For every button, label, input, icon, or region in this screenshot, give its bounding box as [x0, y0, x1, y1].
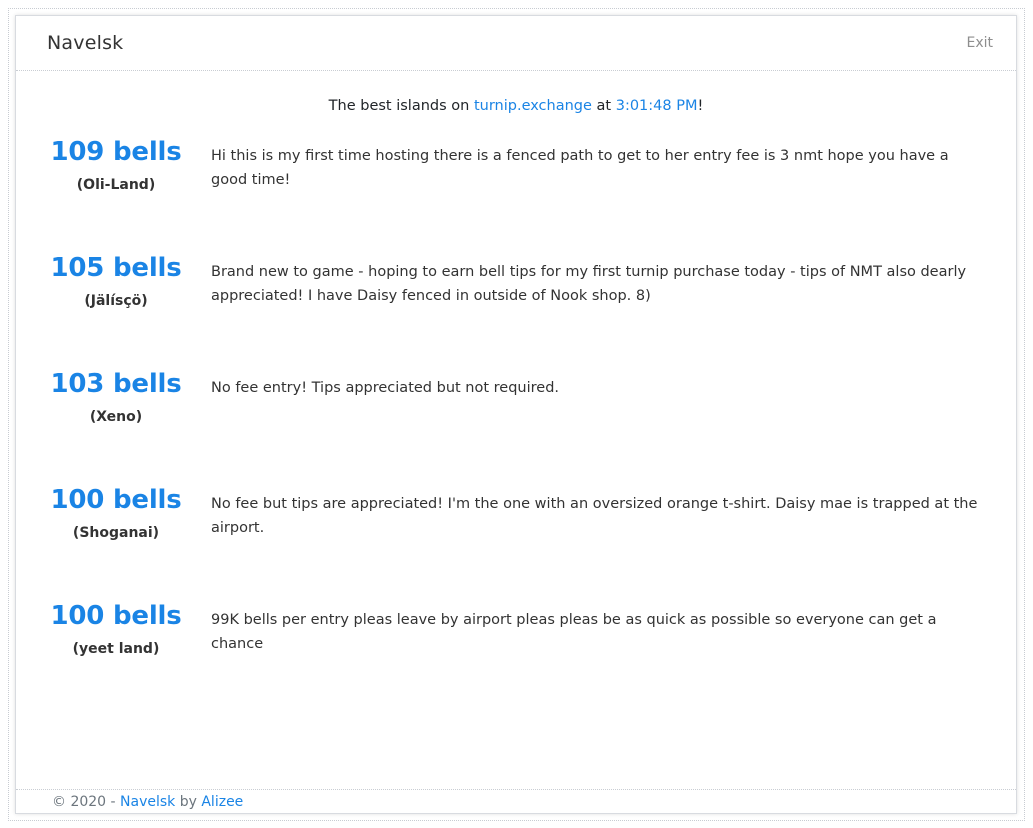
- island-name: (yeet land): [72, 641, 160, 657]
- island-price-col: 100 bells (Shoganai): [46, 484, 186, 542]
- footer-app-link[interactable]: Navelsk: [120, 794, 175, 810]
- page-headline: The best islands on turnip.exchange at 3…: [16, 98, 1016, 114]
- exit-link[interactable]: Exit: [966, 35, 993, 51]
- island-name: (Xeno): [89, 409, 143, 425]
- island-description: Brand new to game - hoping to earn bell …: [211, 264, 967, 304]
- island-price-col: 100 bells (yeet land): [46, 600, 186, 658]
- island-description: Hi this is my first time hosting there i…: [211, 148, 949, 188]
- island-price: 109 bells: [50, 137, 182, 167]
- footer-text: © 2020 - Navelsk by Alizee: [52, 794, 243, 810]
- island-price-col: 105 bells (Jälísçö): [46, 252, 186, 310]
- time-link[interactable]: 3:01:48 PM: [616, 98, 698, 114]
- island-item: 100 bells (Shoganai) No fee but tips are…: [16, 484, 1016, 564]
- island-price: 105 bells: [50, 253, 182, 283]
- island-price: 103 bells: [50, 369, 182, 399]
- navbar: Navelsk Exit: [16, 16, 1016, 71]
- island-price: 100 bells: [50, 601, 182, 631]
- island-item: 103 bells (Xeno) No fee entry! Tips appr…: [16, 368, 1016, 448]
- brand-title[interactable]: Navelsk: [47, 32, 123, 54]
- island-name: (Shoganai): [72, 525, 160, 541]
- island-price-col: 109 bells (Oli-Land): [46, 136, 186, 194]
- island-item: 100 bells (yeet land) 99K bells per entr…: [16, 600, 1016, 680]
- app-window: Navelsk Exit The best islands on turnip.…: [15, 15, 1017, 814]
- island-description: 99K bells per entry pleas leave by airpo…: [211, 612, 937, 652]
- island-description: No fee entry! Tips appreciated but not r…: [211, 380, 560, 396]
- island-item: 105 bells (Jälísçö) Brand new to game - …: [16, 252, 1016, 332]
- island-description: No fee but tips are appreciated! I'm the…: [211, 496, 978, 536]
- footer-author-link[interactable]: Alizee: [201, 794, 243, 810]
- headline-suffix: !: [697, 98, 704, 114]
- turnip-exchange-link[interactable]: turnip.exchange: [474, 98, 592, 114]
- island-name: (Oli-Land): [76, 177, 156, 193]
- island-price-col: 103 bells (Xeno): [46, 368, 186, 426]
- headline-prefix: The best islands on: [328, 98, 474, 114]
- island-price: 100 bells: [50, 485, 182, 515]
- island-name: (Jälísçö): [84, 293, 148, 309]
- footer-by: by: [175, 794, 202, 810]
- island-item: 109 bells (Oli-Land) Hi this is my first…: [16, 136, 1016, 216]
- footer-copyright: © 2020 -: [52, 794, 121, 810]
- footer: © 2020 - Navelsk by Alizee: [16, 789, 1016, 813]
- headline-middle: at: [591, 98, 616, 114]
